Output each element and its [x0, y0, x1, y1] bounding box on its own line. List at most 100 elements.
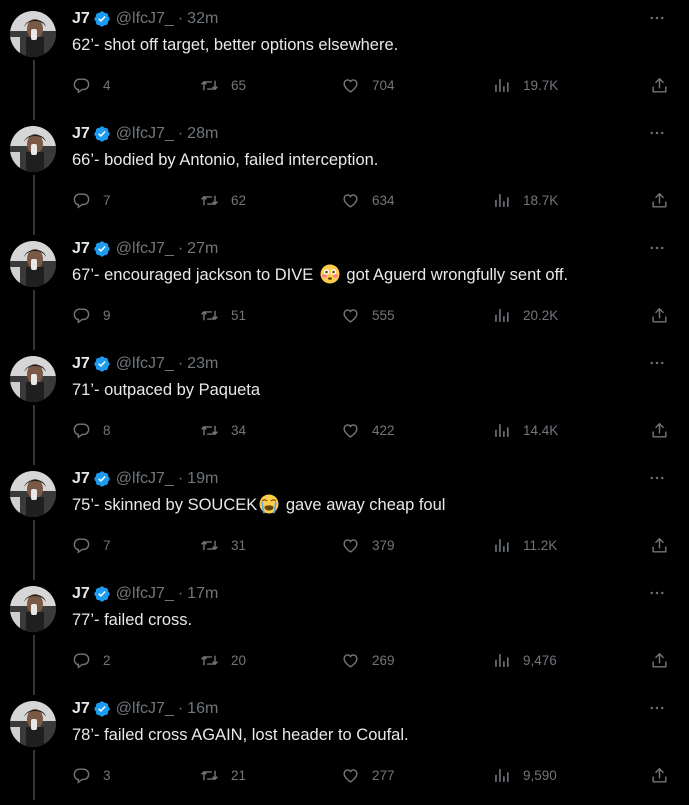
thread-connector-line: [33, 635, 35, 695]
share-button[interactable]: [650, 534, 669, 556]
like-button[interactable]: 277: [341, 764, 395, 786]
like-button[interactable]: 704: [341, 74, 395, 96]
username-handle[interactable]: @lfcJ7_: [116, 470, 174, 488]
likes-count: 422: [372, 422, 395, 438]
tweet-text-segment: 77’- failed cross.: [72, 611, 193, 629]
retweet-button[interactable]: 65: [200, 74, 246, 96]
username-handle[interactable]: @lfcJ7_: [116, 125, 174, 143]
tweet-header: J7 @lfcJ7_ · 19m: [72, 468, 218, 490]
views-button[interactable]: 9,590: [492, 764, 557, 786]
display-name[interactable]: J7: [72, 355, 90, 373]
reply-icon: [72, 536, 91, 555]
reply-button[interactable]: 4: [72, 74, 111, 96]
share-button[interactable]: [650, 189, 669, 211]
more-icon[interactable]: [645, 698, 669, 718]
tweet[interactable]: J7 @lfcJ7_ · 28m 66’- bodied by Antonio, fai…: [0, 115, 689, 235]
share-icon: [650, 306, 669, 325]
separator-dot: ·: [177, 585, 184, 602]
more-icon[interactable]: [645, 238, 669, 258]
avatar[interactable]: [10, 356, 56, 402]
username-handle[interactable]: @lfcJ7_: [116, 240, 174, 258]
display-name[interactable]: J7: [72, 10, 90, 28]
avatar[interactable]: [10, 126, 56, 172]
more-icon[interactable]: [645, 8, 669, 28]
views-button[interactable]: 19.7K: [492, 74, 558, 96]
display-name[interactable]: J7: [72, 700, 90, 718]
timestamp[interactable]: 23m: [187, 355, 218, 373]
like-icon: [341, 76, 360, 95]
like-button[interactable]: 555: [341, 304, 395, 326]
share-button[interactable]: [650, 764, 669, 786]
views-button[interactable]: 14.4K: [492, 419, 558, 441]
like-button[interactable]: 422: [341, 419, 395, 441]
retweets-count: 21: [231, 767, 247, 783]
display-name[interactable]: J7: [72, 240, 90, 258]
reply-button[interactable]: 8: [72, 419, 111, 441]
tweet-actions: 8 34 422 14.4K: [72, 419, 669, 441]
share-button[interactable]: [650, 419, 669, 441]
share-icon: [650, 421, 669, 440]
avatar[interactable]: [10, 11, 56, 57]
retweet-button[interactable]: 34: [200, 419, 246, 441]
tweet-text: 75’- skinned by SOUCEK gave away cheap f…: [72, 494, 445, 516]
separator-dot: ·: [177, 240, 184, 257]
share-button[interactable]: [650, 74, 669, 96]
retweet-button[interactable]: 20: [200, 649, 246, 671]
views-button[interactable]: 18.7K: [492, 189, 558, 211]
timestamp[interactable]: 19m: [187, 470, 218, 488]
reply-button[interactable]: 3: [72, 764, 111, 786]
reply-button[interactable]: 9: [72, 304, 111, 326]
like-button[interactable]: 269: [341, 649, 395, 671]
retweet-button[interactable]: 51: [200, 304, 246, 326]
reply-button[interactable]: 2: [72, 649, 111, 671]
retweet-button[interactable]: 62: [200, 189, 246, 211]
tweet[interactable]: J7 @lfcJ7_ · 23m 71’- outpaced by Paqueta 8 34…: [0, 345, 689, 465]
username-handle[interactable]: @lfcJ7_: [116, 10, 174, 28]
tweet[interactable]: J7 @lfcJ7_ · 32m 62’- shot off target, bette…: [0, 0, 689, 120]
replies-count: 8: [103, 422, 111, 438]
more-icon[interactable]: [645, 353, 669, 373]
avatar[interactable]: [10, 241, 56, 287]
tweet-text: 78’- failed cross AGAIN, lost header to …: [72, 724, 409, 746]
timestamp[interactable]: 32m: [187, 10, 218, 28]
tweet[interactable]: J7 @lfcJ7_ · 17m 77’- failed cross. 2 20 269 9,4…: [0, 575, 689, 695]
reply-button[interactable]: 7: [72, 189, 111, 211]
more-icon[interactable]: [645, 123, 669, 143]
views-count: 9,590: [523, 767, 557, 783]
like-button[interactable]: 634: [341, 189, 395, 211]
username-handle[interactable]: @lfcJ7_: [116, 700, 174, 718]
timestamp[interactable]: 28m: [187, 125, 218, 143]
more-icon[interactable]: [645, 468, 669, 488]
display-name[interactable]: J7: [72, 585, 90, 603]
verified-badge-icon: [93, 125, 111, 143]
views-button[interactable]: 9,476: [492, 649, 557, 671]
retweet-button[interactable]: 31: [200, 534, 246, 556]
display-name[interactable]: J7: [72, 125, 90, 143]
reply-button[interactable]: 7: [72, 534, 111, 556]
username-handle[interactable]: @lfcJ7_: [116, 585, 174, 603]
tweet[interactable]: J7 @lfcJ7_ · 19m 75’- skinned by SOUCEK gave…: [0, 460, 689, 580]
tweet[interactable]: J7 @lfcJ7_ · 16m 78’- failed cross AGAIN, lo…: [0, 690, 689, 805]
timestamp[interactable]: 27m: [187, 240, 218, 258]
timestamp[interactable]: 16m: [187, 700, 218, 718]
tweet-text-segment: 66’- bodied by Antonio, failed intercept…: [72, 151, 379, 169]
more-icon[interactable]: [645, 583, 669, 603]
likes-count: 555: [372, 307, 395, 323]
tweet-actions: 9 51 555 20.2K: [72, 304, 669, 326]
display-name[interactable]: J7: [72, 470, 90, 488]
verified-badge-icon: [93, 10, 111, 28]
views-button[interactable]: 11.2K: [492, 534, 557, 556]
username-handle[interactable]: @lfcJ7_: [116, 355, 174, 373]
avatar[interactable]: [10, 586, 56, 632]
timestamp[interactable]: 17m: [187, 585, 218, 603]
retweet-button[interactable]: 21: [200, 764, 246, 786]
share-button[interactable]: [650, 649, 669, 671]
retweet-icon: [200, 536, 219, 555]
avatar[interactable]: [10, 701, 56, 747]
views-button[interactable]: 20.2K: [492, 304, 558, 326]
thread-connector-line: [33, 60, 35, 120]
like-button[interactable]: 379: [341, 534, 395, 556]
tweet[interactable]: J7 @lfcJ7_ · 27m 67’- encouraged jackson to …: [0, 230, 689, 350]
avatar[interactable]: [10, 471, 56, 517]
share-button[interactable]: [650, 304, 669, 326]
